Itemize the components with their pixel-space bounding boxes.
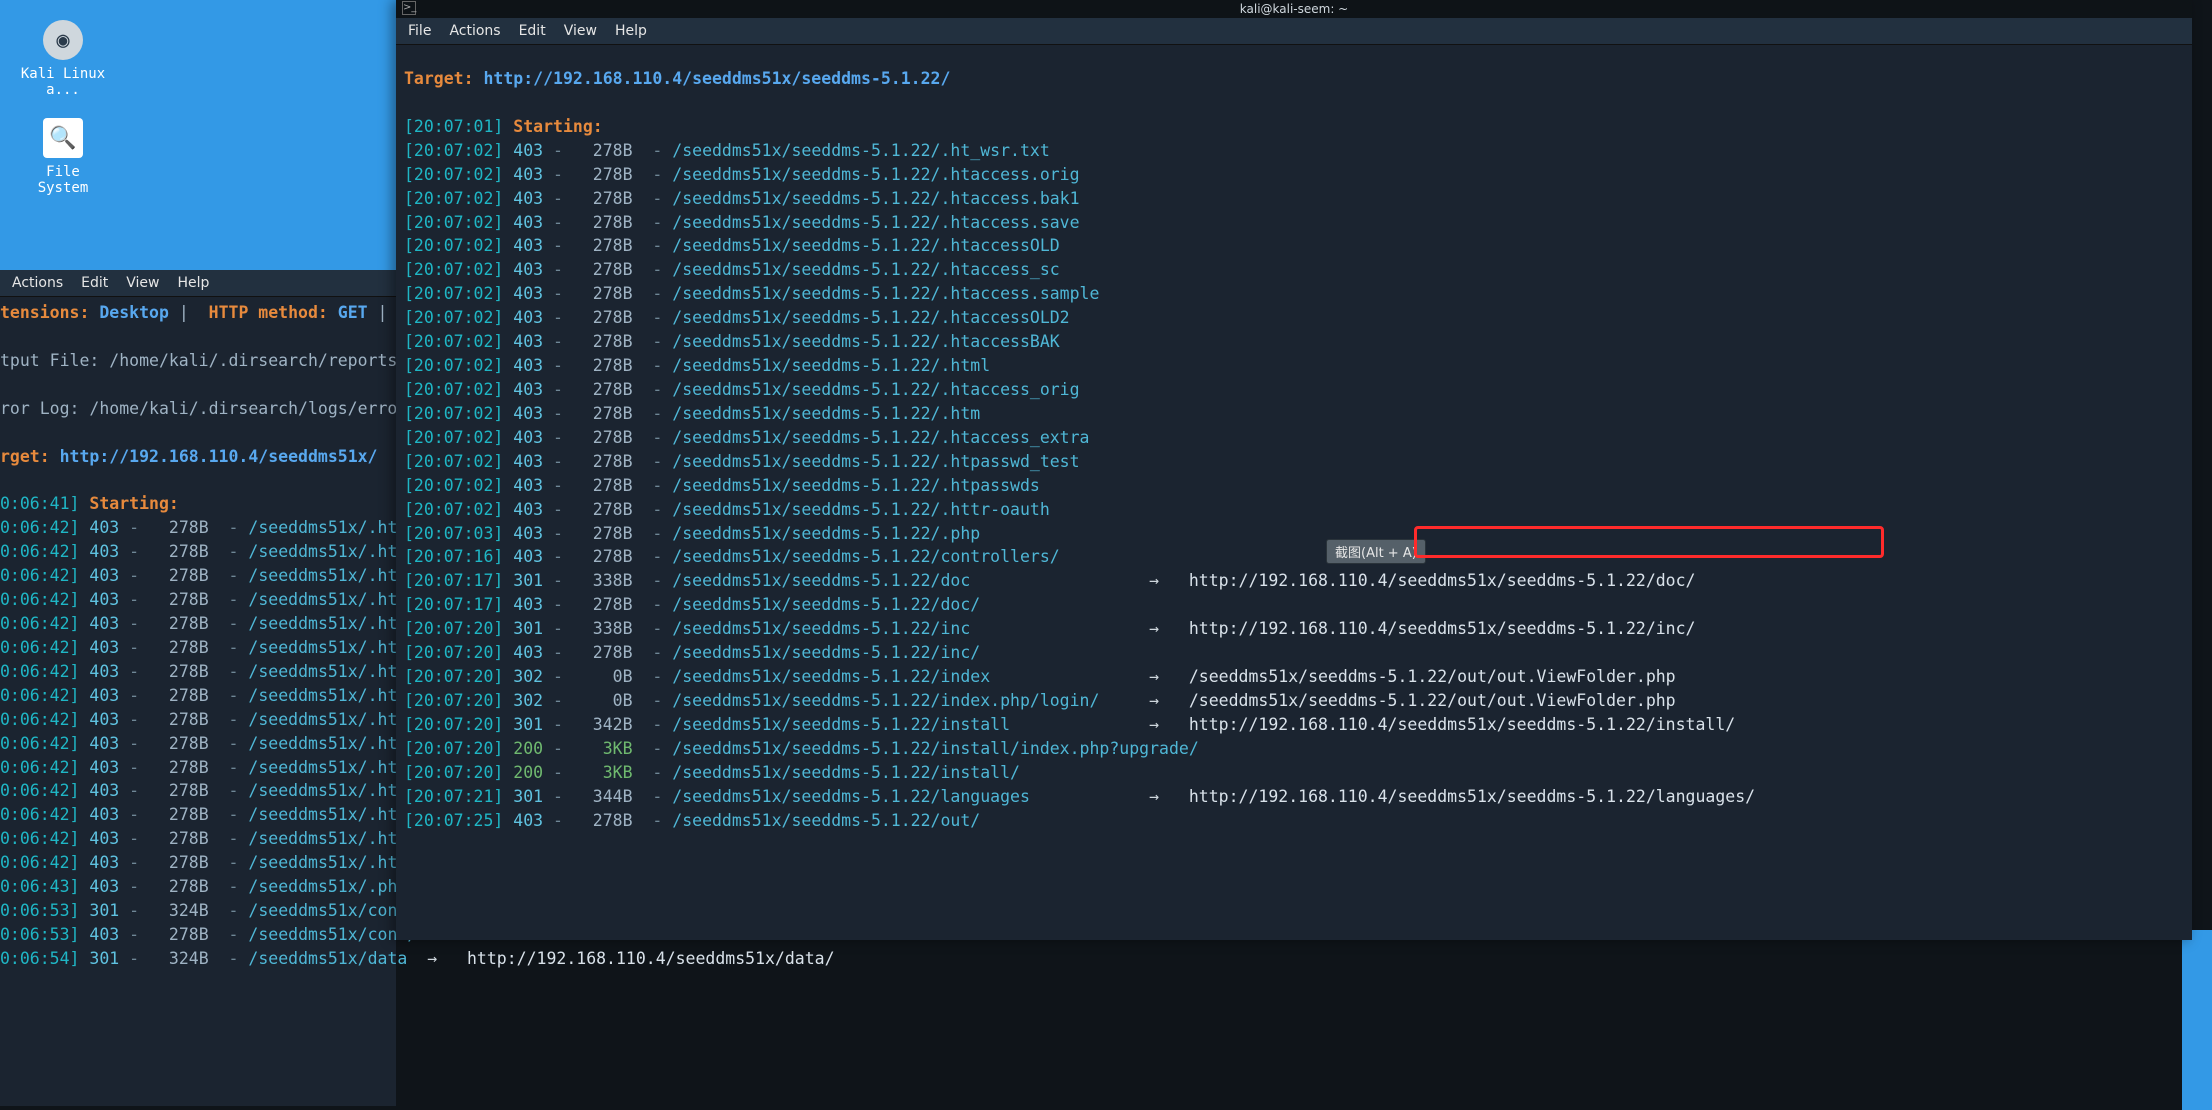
scan-row: [20:07:02] 403 - 278B - /seeddms51x/seed… — [396, 426, 2192, 450]
scan-row: [20:07:25] 403 - 278B - /seeddms51x/seed… — [396, 809, 2192, 833]
search-icon: 🔍 — [43, 118, 83, 158]
scan-row: [20:07:02] 403 - 278B - /seeddms51x/seed… — [396, 402, 2192, 426]
scan-row: 0:06:42] 403 - 278B - /seeddms51x/.htpas… — [0, 827, 396, 851]
scan-row: [20:07:21] 301 - 344B - /seeddms51x/seed… — [396, 785, 2192, 809]
scan-row: [20:07:02] 403 - 278B - /seeddms51x/seed… — [396, 258, 2192, 282]
desktop-icon-label: File System — [18, 164, 108, 196]
scan-row: [20:07:02] 403 - 278B - /seeddms51x/seed… — [396, 282, 2192, 306]
scan-row: 0:06:53] 301 - 324B - /seeddms51x/conf →… — [0, 899, 396, 923]
scan-row: 0:06:42] 403 - 278B - /seeddms51x/.htm — [0, 756, 396, 780]
scan-row: 0:06:42] 403 - 278B - /seeddms51x/.htacc… — [0, 588, 396, 612]
scan-row: [20:07:20] 403 - 278B - /seeddms51x/seed… — [396, 641, 2192, 665]
scan-row: [20:07:02] 403 - 278B - /seeddms51x/seed… — [396, 474, 2192, 498]
scan-row: [20:07:02] 403 - 278B - /seeddms51x/seed… — [396, 187, 2192, 211]
scan-row: [20:07:03] 403 - 278B - /seeddms51x/seed… — [396, 522, 2192, 546]
scan-row: [20:07:02] 403 - 278B - /seeddms51x/seed… — [396, 450, 2192, 474]
scan-row: [20:07:02] 403 - 278B - /seeddms51x/seed… — [396, 378, 2192, 402]
scan-row: [20:07:20] 200 - 3KB - /seeddms51x/seedd… — [396, 737, 2192, 761]
desktop-icon-label: Kali Linux a... — [18, 66, 108, 98]
scan-row: [20:07:02] 403 - 278B - /seeddms51x/seed… — [396, 354, 2192, 378]
scan-row: 0:06:53] 403 - 278B - /seeddms51x/conf/ — [0, 923, 396, 947]
scan-row: [20:07:20] 200 - 3KB - /seeddms51x/seedd… — [396, 761, 2192, 785]
desktop-icon-kali[interactable]: ◉ Kali Linux a... — [18, 20, 108, 98]
terminal-output-back[interactable]: tensions: Desktop | HTTP method: GET | T… — [0, 297, 396, 971]
desktop-area: ◉ Kali Linux a... 🔍 File System — [0, 0, 396, 270]
scan-row: 0:06:42] 403 - 278B - /seeddms51x/.htacc… — [0, 660, 396, 684]
scan-row: 0:06:42] 403 - 278B - /seeddms51x/.htacc… — [0, 708, 396, 732]
scan-row: 0:06:42] 403 - 278B - /seeddms51x/.htacc… — [0, 612, 396, 636]
terminal-output-front[interactable]: Target: http://192.168.110.4/seeddms51x/… — [396, 45, 2192, 839]
scan-row: 0:06:42] 403 - 278B - /seeddms51x/.htacc… — [0, 684, 396, 708]
scan-row: [20:07:17] 403 - 278B - /seeddms51x/seed… — [396, 593, 2192, 617]
menubar-front: File Actions Edit View Help — [396, 18, 2192, 45]
scan-row: [20:07:17] 301 - 338B - /seeddms51x/seed… — [396, 569, 2192, 593]
scan-row: 0:06:42] 403 - 278B - /seeddms51x/.htacc… — [0, 636, 396, 660]
scan-row: [20:07:20] 302 - 0B - /seeddms51x/seeddm… — [396, 689, 2192, 713]
scan-row: 0:06:42] 403 - 278B - /seeddms51x/.htacc… — [0, 732, 396, 756]
cd-icon: ◉ — [43, 20, 83, 60]
terminal-icon: >_ — [402, 1, 416, 15]
scan-row: 0:06:42] 403 - 278B - /seeddms51x/.htacc… — [0, 540, 396, 564]
scan-row: [20:07:02] 403 - 278B - /seeddms51x/seed… — [396, 139, 2192, 163]
scan-row: 0:06:54] 301 - 324B - /seeddms51x/data →… — [0, 947, 396, 971]
scan-row: [20:07:02] 403 - 278B - /seeddms51x/seed… — [396, 234, 2192, 258]
scan-row: [20:07:02] 403 - 278B - /seeddms51x/seed… — [396, 163, 2192, 187]
menu-view[interactable]: View — [564, 23, 597, 39]
scan-row: 0:06:42] 403 - 278B - /seeddms51x/.htpas… — [0, 851, 396, 875]
scan-row: 0:06:43] 403 - 278B - /seeddms51x/.php — [0, 875, 396, 899]
menu-edit[interactable]: Edit — [519, 23, 546, 39]
menu-actions[interactable]: Actions — [449, 23, 500, 39]
terminal-window-front[interactable]: >_ kali@kali-seem: ~ File Actions Edit V… — [396, 0, 2192, 940]
menu-view[interactable]: View — [126, 275, 159, 291]
titlebar: >_ kali@kali-seem: ~ — [396, 0, 2192, 18]
scan-row: 0:06:42] 403 - 278B - /seeddms51x/.html — [0, 779, 396, 803]
scan-row: [20:07:20] 302 - 0B - /seeddms51x/seeddm… — [396, 665, 2192, 689]
scan-row: 0:06:42] 403 - 278B - /seeddms51x/.htacc… — [0, 564, 396, 588]
scan-row: [20:07:02] 403 - 278B - /seeddms51x/seed… — [396, 498, 2192, 522]
desktop-peek-right — [2182, 930, 2212, 1110]
scan-row: [20:07:16] 403 - 278B - /seeddms51x/seed… — [396, 545, 2192, 569]
scan-row: [20:07:02] 403 - 278B - /seeddms51x/seed… — [396, 306, 2192, 330]
menu-file[interactable]: File — [408, 23, 431, 39]
menu-actions[interactable]: Actions — [12, 275, 63, 291]
desktop-icon-filesystem[interactable]: 🔍 File System — [18, 118, 108, 196]
scan-row: [20:07:20] 301 - 342B - /seeddms51x/seed… — [396, 713, 2192, 737]
menubar-back: Actions Edit View Help — [0, 270, 396, 297]
menu-help[interactable]: Help — [178, 275, 210, 291]
menu-help[interactable]: Help — [615, 23, 647, 39]
menu-edit[interactable]: Edit — [81, 275, 108, 291]
window-title: kali@kali-seem: ~ — [1240, 2, 1348, 16]
scan-row: [20:07:02] 403 - 278B - /seeddms51x/seed… — [396, 211, 2192, 235]
terminal-window-back[interactable]: Actions Edit View Help tensions: Desktop… — [0, 270, 396, 1106]
scan-row: 0:06:42] 403 - 278B - /seeddms51x/.httr-… — [0, 803, 396, 827]
snipping-tool-hint: 截图(Alt + A) — [1326, 539, 1426, 564]
scan-row: 0:06:42] 403 - 278B - /seeddms51x/.ht_ws… — [0, 516, 396, 540]
scan-row: [20:07:02] 403 - 278B - /seeddms51x/seed… — [396, 330, 2192, 354]
scan-row: [20:07:20] 301 - 338B - /seeddms51x/seed… — [396, 617, 2192, 641]
